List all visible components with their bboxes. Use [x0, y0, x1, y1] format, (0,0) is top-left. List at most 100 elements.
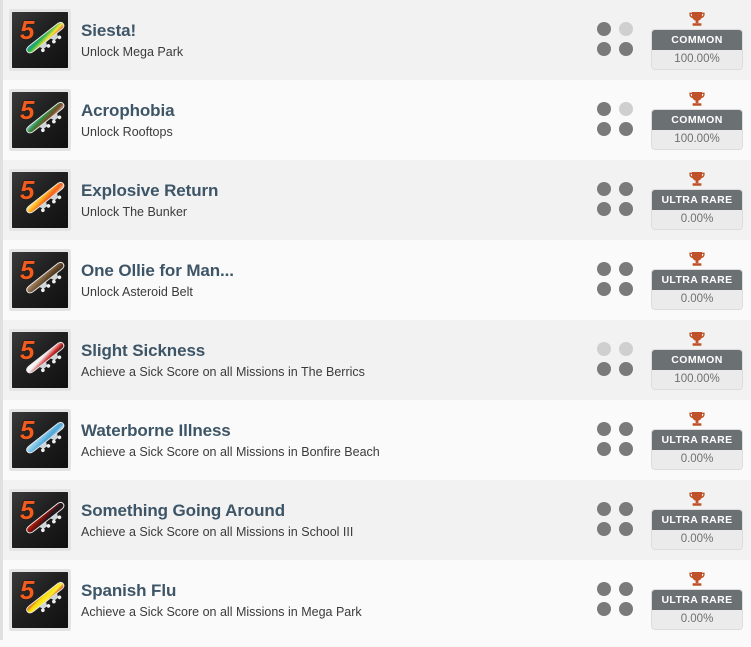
rarity-percent: 0.00% — [652, 609, 742, 629]
difficulty-dot-4 — [619, 442, 633, 456]
difficulty-dot-2 — [619, 502, 633, 516]
achievement-row[interactable]: 5 Explosive Return Unlock The Bunker ULT… — [0, 160, 751, 240]
achievement-text: Explosive Return Unlock The Bunker — [81, 180, 597, 221]
difficulty-dots — [597, 422, 637, 458]
trophy-icon — [689, 171, 705, 186]
difficulty-dot-3 — [597, 602, 611, 616]
achievement-icon-frame: 5 — [9, 169, 71, 231]
achievement-icon-frame: 5 — [9, 489, 71, 551]
difficulty-dot-2 — [619, 262, 633, 276]
achievement-row[interactable]: 5 Something Going Around Achieve a Sick … — [0, 480, 751, 560]
achievement-title: Waterborne Illness — [81, 420, 231, 440]
difficulty-dot-2 — [619, 22, 633, 36]
rarity-card: ULTRA RARE 0.00% — [651, 428, 743, 470]
achievement-icon-something-going-around: 5 — [12, 492, 68, 548]
rarity-badge: COMMON — [652, 109, 742, 130]
rarity-card: ULTRA RARE 0.00% — [651, 588, 743, 630]
achievement-title: Spanish Flu — [81, 580, 177, 600]
rarity-percent: 0.00% — [652, 529, 742, 549]
achievement-icon-frame: 5 — [9, 569, 71, 631]
achievement-row[interactable]: 5 Siesta! Unlock Mega Park COMMON 100.00… — [0, 0, 751, 80]
rarity-percent: 0.00% — [652, 449, 742, 469]
rarity-percent: 100.00% — [652, 129, 742, 149]
difficulty-dot-4 — [619, 42, 633, 56]
difficulty-dot-3 — [597, 522, 611, 536]
achievement-text: Waterborne Illness Achieve a Sick Score … — [81, 420, 597, 461]
achievement-title: Acrophobia — [81, 100, 175, 120]
rarity-card: ULTRA RARE 0.00% — [651, 188, 743, 230]
achievement-row[interactable]: 5 Waterborne Illness Achieve a Sick Scor… — [0, 400, 751, 480]
trophy-icon — [689, 331, 705, 346]
difficulty-dot-4 — [619, 602, 633, 616]
difficulty-dot-2 — [619, 102, 633, 116]
trophy-icon — [689, 11, 705, 26]
achievement-description: Achieve a Sick Score on all Missions in … — [81, 604, 362, 619]
achievement-row[interactable]: 5 Acrophobia Unlock Rooftops COMMON 100.… — [0, 80, 751, 160]
difficulty-dot-1 — [597, 422, 611, 436]
rarity-percent: 0.00% — [652, 209, 742, 229]
achievement-title: Slight Sickness — [81, 340, 206, 360]
difficulty-dot-4 — [619, 202, 633, 216]
difficulty-dots — [597, 502, 637, 538]
achievement-row[interactable]: 5 Spanish Flu Achieve a Sick Score on al… — [0, 560, 751, 640]
achievement-text: Spanish Flu Achieve a Sick Score on all … — [81, 580, 597, 621]
achievement-icon-acrophobia: 5 — [12, 92, 68, 148]
achievement-row[interactable]: 5 One Ollie for Man... Unlock Asteroid B… — [0, 240, 751, 320]
rarity-block: ULTRA RARE 0.00% — [651, 491, 743, 550]
rarity-block: ULTRA RARE 0.00% — [651, 411, 743, 470]
difficulty-dot-3 — [597, 282, 611, 296]
rarity-badge: ULTRA RARE — [652, 269, 742, 290]
achievement-description: Achieve a Sick Score on all Missions in … — [81, 444, 380, 459]
svg-text:5: 5 — [20, 575, 35, 605]
achievement-text: One Ollie for Man... Unlock Asteroid Bel… — [81, 260, 597, 301]
achievement-row[interactable]: 5 Slight Sickness Achieve a Sick Score o… — [0, 320, 751, 400]
achievement-icon-slight-sickness: 5 — [12, 332, 68, 388]
difficulty-dot-1 — [597, 22, 611, 36]
difficulty-dot-4 — [619, 362, 633, 376]
difficulty-dot-3 — [597, 42, 611, 56]
rarity-badge: ULTRA RARE — [652, 429, 742, 450]
achievement-description: Unlock Asteroid Belt — [81, 284, 193, 299]
rarity-card: ULTRA RARE 0.00% — [651, 268, 743, 310]
difficulty-dots — [597, 262, 637, 298]
svg-text:5: 5 — [20, 415, 35, 445]
difficulty-dot-3 — [597, 122, 611, 136]
difficulty-dot-1 — [597, 342, 611, 356]
difficulty-dot-3 — [597, 362, 611, 376]
difficulty-dots — [597, 102, 637, 138]
difficulty-dot-1 — [597, 102, 611, 116]
difficulty-dot-1 — [597, 262, 611, 276]
svg-text:5: 5 — [20, 495, 35, 525]
difficulty-dot-3 — [597, 442, 611, 456]
svg-text:5: 5 — [20, 95, 35, 125]
rarity-card: COMMON 100.00% — [651, 348, 743, 390]
rarity-block: COMMON 100.00% — [651, 11, 743, 70]
difficulty-dot-2 — [619, 182, 633, 196]
achievement-text: Something Going Around Achieve a Sick Sc… — [81, 500, 597, 541]
achievement-icon-spanish-flu: 5 — [12, 572, 68, 628]
difficulty-dots — [597, 582, 637, 618]
rarity-percent: 100.00% — [652, 49, 742, 69]
achievement-title: Something Going Around — [81, 500, 285, 520]
rarity-block: ULTRA RARE 0.00% — [651, 571, 743, 630]
achievement-description: Unlock Mega Park — [81, 44, 184, 59]
achievement-text: Slight Sickness Achieve a Sick Score on … — [81, 340, 597, 381]
achievement-icon-one-ollie-for-man: 5 — [12, 252, 68, 308]
rarity-block: ULTRA RARE 0.00% — [651, 171, 743, 230]
svg-text:5: 5 — [20, 175, 35, 205]
achievement-list: 5 Siesta! Unlock Mega Park COMMON 100.00… — [0, 0, 751, 640]
achievement-text: Acrophobia Unlock Rooftops — [81, 100, 597, 141]
svg-text:5: 5 — [20, 15, 35, 45]
achievement-description: Achieve a Sick Score on all Missions in … — [81, 364, 365, 379]
trophy-icon — [689, 411, 705, 426]
difficulty-dot-4 — [619, 282, 633, 296]
achievement-icon-frame: 5 — [9, 9, 71, 71]
achievement-title: One Ollie for Man... — [81, 260, 234, 280]
achievement-description: Achieve a Sick Score on all Missions in … — [81, 524, 354, 539]
rarity-badge: ULTRA RARE — [652, 589, 742, 610]
trophy-icon — [689, 91, 705, 106]
rarity-badge: COMMON — [652, 29, 742, 50]
rarity-badge: ULTRA RARE — [652, 189, 742, 210]
achievement-description: Unlock Rooftops — [81, 124, 173, 139]
svg-text:5: 5 — [20, 255, 35, 285]
